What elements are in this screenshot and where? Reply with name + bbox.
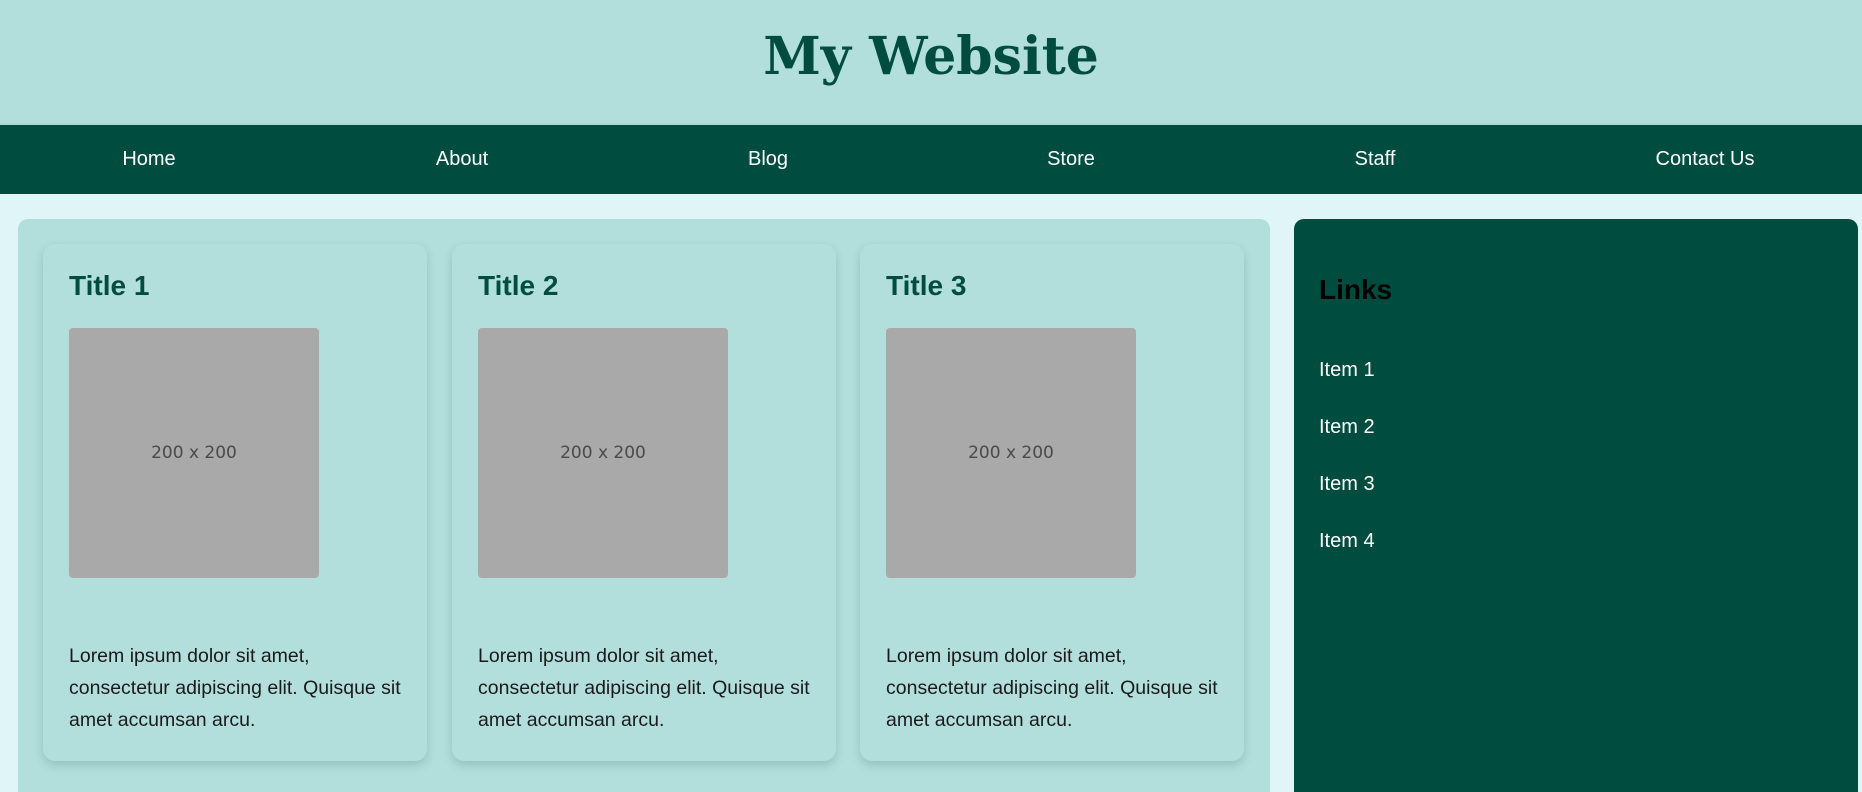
sidebar-link-item-1[interactable]: Item 1 xyxy=(1319,359,1375,416)
card-title: Title 2 xyxy=(478,270,559,301)
card-text: Lorem ipsum dolor sit amet, consectetur … xyxy=(886,645,1218,731)
nav-item-contact-us[interactable]: Contact Us xyxy=(1656,125,1755,194)
card-3: Title 3 200 x 200 Lorem ipsum dolor sit … xyxy=(860,244,1244,761)
card-text: Lorem ipsum dolor sit amet, consectetur … xyxy=(69,645,401,731)
card-image-placeholder: 200 x 200 xyxy=(478,328,728,578)
sidebar-title: Links xyxy=(1319,274,1393,305)
image-size-label: 200 x 200 xyxy=(560,443,646,463)
nav-item-staff[interactable]: Staff xyxy=(1355,125,1396,194)
sidebar-link-item-2[interactable]: Item 2 xyxy=(1319,416,1375,473)
site-header: My Website xyxy=(0,0,1862,123)
main-nav: Home About Blog Store Staff Contact Us xyxy=(0,123,1862,194)
sidebar-link-item-4[interactable]: Item 4 xyxy=(1319,530,1375,587)
image-size-label: 200 x 200 xyxy=(151,443,237,463)
nav-item-about[interactable]: About xyxy=(436,125,488,194)
card-text: Lorem ipsum dolor sit amet, consectetur … xyxy=(478,645,810,731)
nav-item-store[interactable]: Store xyxy=(1047,125,1095,194)
image-size-label: 200 x 200 xyxy=(968,443,1054,463)
main-content: Title 1 200 x 200 Lorem ipsum dolor sit … xyxy=(18,219,1270,792)
card-1: Title 1 200 x 200 Lorem ipsum dolor sit … xyxy=(43,244,427,761)
card-title: Title 3 xyxy=(886,270,967,301)
card-title: Title 1 xyxy=(69,270,150,301)
site-title: My Website xyxy=(763,26,1099,87)
card-image-placeholder: 200 x 200 xyxy=(886,328,1136,578)
sidebar-link-item-3[interactable]: Item 3 xyxy=(1319,473,1375,530)
nav-item-blog[interactable]: Blog xyxy=(748,125,788,194)
card-2: Title 2 200 x 200 Lorem ipsum dolor sit … xyxy=(452,244,836,761)
sidebar: Links Item 1 Item 2 Item 3 Item 4 xyxy=(1294,219,1858,792)
sidebar-links-list: Item 1 Item 2 Item 3 Item 4 xyxy=(1319,359,1375,587)
card-image-placeholder: 200 x 200 xyxy=(69,328,319,578)
nav-item-home[interactable]: Home xyxy=(122,125,175,194)
